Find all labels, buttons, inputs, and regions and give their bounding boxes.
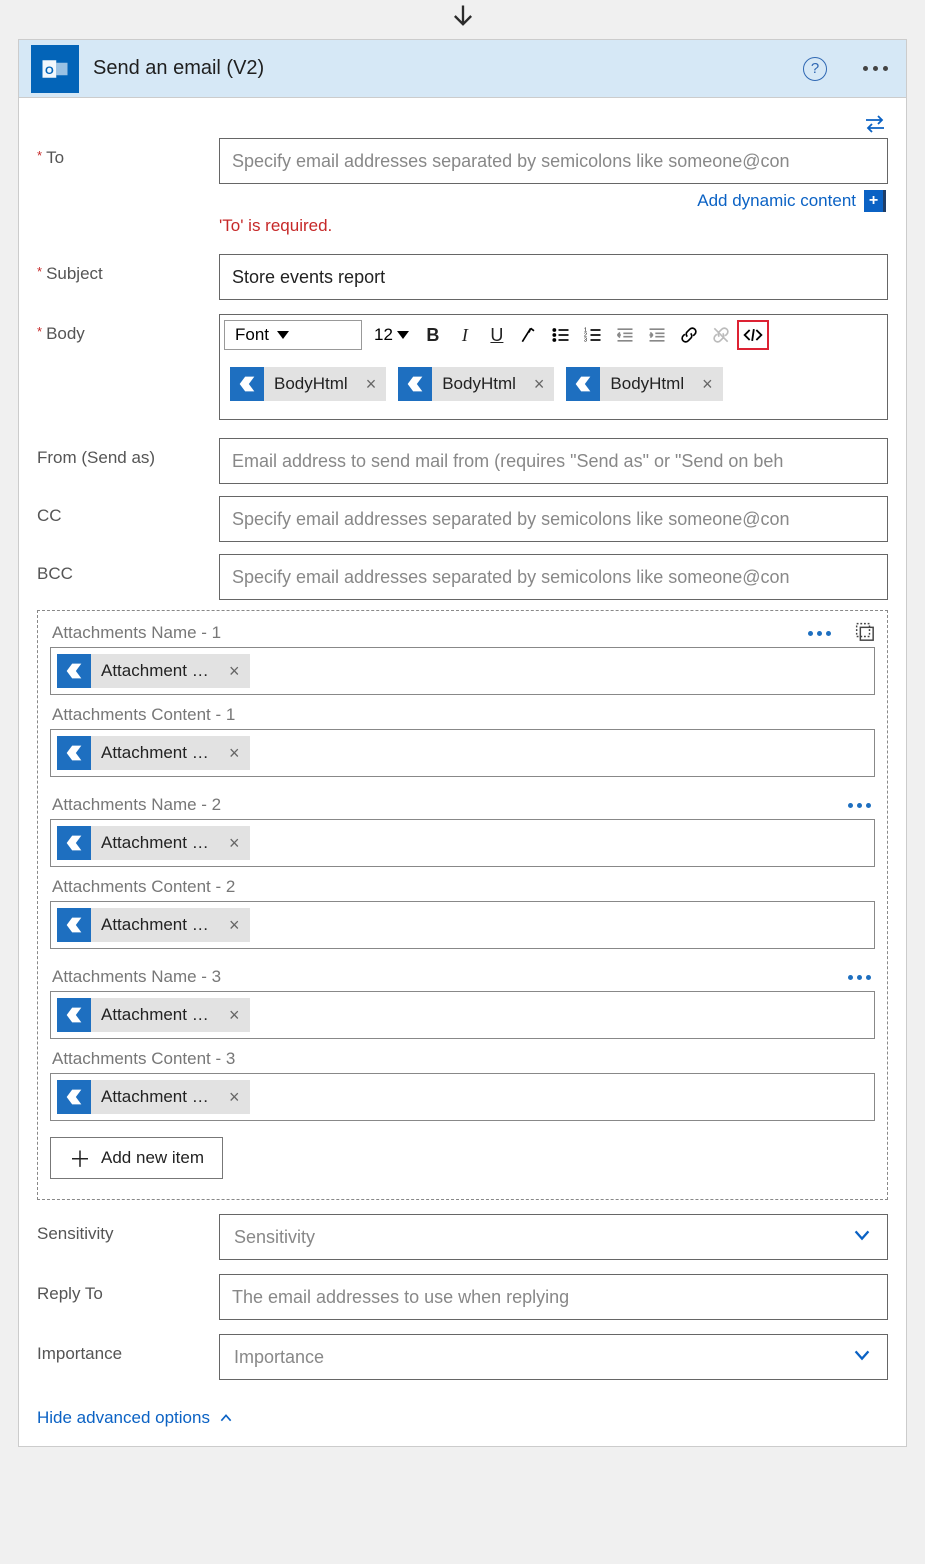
attachment-item-menu[interactable] (844, 799, 875, 812)
flow-arrow-icon (0, 0, 925, 39)
attachment-name-label: Attachments Name - 2 (50, 791, 223, 819)
from-label: From (Send as) (37, 438, 219, 468)
attachment-name-token[interactable]: Attachment Na... × (57, 826, 250, 860)
font-select[interactable]: Font (224, 320, 362, 350)
cc-label: CC (37, 496, 219, 526)
reply-to-input[interactable] (219, 1274, 888, 1320)
importance-label: Importance (37, 1334, 219, 1364)
dynamic-content-icon (57, 826, 91, 860)
underline-button[interactable]: U (481, 320, 513, 350)
dynamic-content-icon (57, 736, 91, 770)
subject-input[interactable] (219, 254, 888, 300)
add-new-item-button[interactable]: ＋ Add new item (50, 1137, 223, 1179)
swap-icon[interactable] (862, 114, 888, 134)
attachment-content-label: Attachments Content - 3 (50, 1045, 875, 1073)
plus-icon: ＋ (69, 1142, 91, 1174)
svg-text:3: 3 (584, 338, 587, 344)
attachment-content-input[interactable]: Attachment Co... × (50, 901, 875, 949)
body-editor[interactable]: Font 12 B I U (219, 314, 888, 420)
attachment-item-menu[interactable] (844, 971, 875, 984)
attachment-content-token[interactable]: Attachment Co... × (57, 908, 250, 942)
attachment-name-label: Attachments Name - 1 (50, 619, 223, 647)
sensitivity-select[interactable]: Sensitivity (219, 1214, 888, 1260)
subject-label: *Subject (37, 254, 219, 284)
attachment-name-token[interactable]: Attachment Na... × (57, 654, 250, 688)
remove-token-button[interactable]: × (219, 1005, 250, 1026)
chevron-up-icon (218, 1410, 234, 1426)
from-input[interactable] (219, 438, 888, 484)
bullet-list-button[interactable] (545, 320, 577, 350)
dynamic-content-icon (398, 367, 432, 401)
body-token[interactable]: BodyHtml × (566, 367, 722, 401)
attachment-content-token[interactable]: Attachment Co... × (57, 1080, 250, 1114)
attachment-name-input[interactable]: Attachment Na... × (50, 991, 875, 1039)
dynamic-content-icon (566, 367, 600, 401)
attachment-name-label: Attachments Name - 3 (50, 963, 223, 991)
attachment-name-input[interactable]: Attachment Na... × (50, 819, 875, 867)
body-content[interactable]: BodyHtml × BodyHtml × BodyHtml (220, 355, 887, 419)
attachment-content-input[interactable]: Attachment Co... × (50, 729, 875, 777)
attachment-name-input[interactable]: Attachment Na... × (50, 647, 875, 695)
svg-text:O: O (45, 65, 54, 77)
attachment-content-token[interactable]: Attachment Co... × (57, 736, 250, 770)
remove-token-button[interactable]: × (219, 743, 250, 764)
number-list-button[interactable]: 123 (577, 320, 609, 350)
attachment-content-label: Attachments Content - 1 (50, 701, 875, 729)
dynamic-content-icon (57, 908, 91, 942)
bcc-input[interactable] (219, 554, 888, 600)
dynamic-content-icon (57, 998, 91, 1032)
add-dynamic-content-button[interactable]: + (864, 190, 886, 212)
attachment-name-token[interactable]: Attachment Na... × (57, 998, 250, 1032)
to-error: 'To' is required. (219, 212, 888, 248)
more-button[interactable] (857, 60, 894, 77)
reply-to-label: Reply To (37, 1274, 219, 1304)
action-card: O Send an email (V2) ? *To Add dynamic c… (18, 39, 907, 1447)
remove-token-button[interactable]: × (219, 915, 250, 936)
cc-input[interactable] (219, 496, 888, 542)
remove-token-button[interactable]: × (692, 374, 723, 395)
remove-token-button[interactable]: × (524, 374, 555, 395)
attachment-content-label: Attachments Content - 2 (50, 873, 875, 901)
add-dynamic-content-link[interactable]: Add dynamic content (697, 191, 856, 211)
remove-token-button[interactable]: × (219, 1087, 250, 1108)
chevron-down-icon (851, 1224, 873, 1251)
dynamic-content-icon (57, 1080, 91, 1114)
font-size-select[interactable]: 12 (368, 325, 415, 345)
attachments-section: Attachments Name - 1 Attachment Na... × (37, 610, 888, 1200)
remove-token-button[interactable]: × (219, 661, 250, 682)
action-title: Send an email (V2) (93, 57, 789, 80)
card-header[interactable]: O Send an email (V2) ? (19, 40, 906, 98)
importance-select[interactable]: Importance (219, 1334, 888, 1380)
to-label: *To (37, 138, 219, 168)
chevron-down-icon (851, 1344, 873, 1371)
indent-button[interactable] (641, 320, 673, 350)
bold-button[interactable]: B (417, 320, 449, 350)
to-input[interactable] (219, 138, 888, 184)
body-token[interactable]: BodyHtml × (230, 367, 386, 401)
bcc-label: BCC (37, 554, 219, 584)
dynamic-content-icon (57, 654, 91, 688)
italic-button[interactable]: I (449, 320, 481, 350)
link-button[interactable] (673, 320, 705, 350)
sensitivity-label: Sensitivity (37, 1214, 219, 1244)
remove-token-button[interactable]: × (219, 833, 250, 854)
attachment-item-menu[interactable] (804, 627, 835, 640)
body-token[interactable]: BodyHtml × (398, 367, 554, 401)
attachment-content-input[interactable]: Attachment Co... × (50, 1073, 875, 1121)
outlook-icon: O (31, 45, 79, 93)
body-label: *Body (37, 314, 219, 344)
array-mode-icon[interactable] (853, 620, 875, 647)
color-button[interactable] (513, 320, 545, 350)
rte-toolbar: Font 12 B I U (220, 315, 887, 355)
dynamic-content-icon (230, 367, 264, 401)
outdent-button[interactable] (609, 320, 641, 350)
hide-advanced-options-link[interactable]: Hide advanced options (37, 1398, 888, 1428)
remove-token-button[interactable]: × (356, 374, 387, 395)
help-icon[interactable]: ? (803, 57, 827, 81)
code-view-button[interactable] (737, 320, 769, 350)
unlink-button (705, 320, 737, 350)
